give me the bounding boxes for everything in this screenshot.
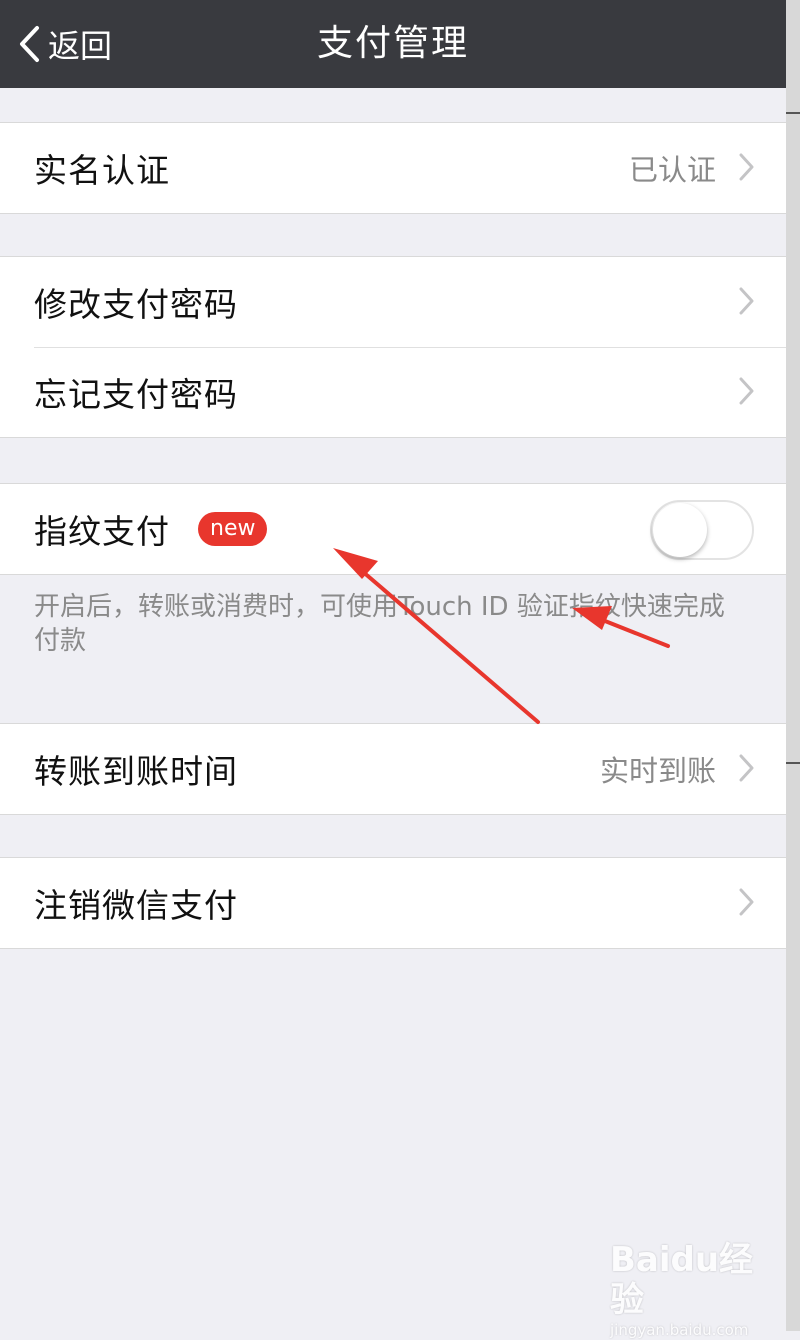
fingerprint-footnote: 开启后，转账或消费时，可使用Touch ID 验证指纹快速完成付款 xyxy=(34,592,725,656)
cell-transfer-arrival-time[interactable]: 转账到账时间 实时到账 xyxy=(0,724,786,814)
watermark-logo: Baidu经验 xyxy=(610,1240,754,1320)
edge-strip xyxy=(786,0,800,1331)
page-title: 支付管理 xyxy=(316,23,469,64)
fingerprint-pay-toggle[interactable] xyxy=(650,500,754,560)
cell-label: 实名认证 xyxy=(34,151,170,190)
toggle-knob xyxy=(653,503,707,557)
cell-fingerprint-pay: 指纹支付 new xyxy=(0,484,786,574)
edge-tick xyxy=(786,112,800,114)
baidu-watermark: Baidu经验 jingyan.baidu.com xyxy=(610,1240,770,1339)
chevron-right-icon xyxy=(738,754,754,786)
watermark-url: jingyan.baidu.com xyxy=(610,1321,749,1339)
chevron-right-icon xyxy=(738,287,754,319)
cancel-group: 注销微信支付 xyxy=(0,857,786,949)
cell-cancel-wechat-pay[interactable]: 注销微信支付 xyxy=(0,858,786,948)
transfer-time-value: 实时到账 xyxy=(599,754,716,788)
cell-label: 忘记支付密码 xyxy=(34,375,238,414)
cell-forgot-pay-password[interactable]: 忘记支付密码 xyxy=(0,347,786,437)
navigation-bar: 返回 支付管理 xyxy=(0,0,786,88)
cell-change-pay-password[interactable]: 修改支付密码 xyxy=(0,257,786,347)
edge-tick xyxy=(786,762,800,764)
chevron-right-icon xyxy=(738,377,754,409)
cell-label: 修改支付密码 xyxy=(34,285,238,324)
cell-label: 指纹支付 xyxy=(34,512,170,551)
fingerprint-group: 指纹支付 new xyxy=(0,483,786,575)
password-group: 修改支付密码 忘记支付密码 xyxy=(0,256,786,438)
cell-real-name-verification[interactable]: 实名认证 已认证 xyxy=(0,123,786,213)
new-badge: new xyxy=(198,512,268,546)
chevron-right-icon xyxy=(738,153,754,185)
verification-status: 已认证 xyxy=(628,153,716,187)
transfer-group: 转账到账时间 实时到账 xyxy=(0,723,786,815)
identity-group: 实名认证 已认证 xyxy=(0,122,786,214)
chevron-right-icon xyxy=(738,888,754,920)
cell-label: 转账到账时间 xyxy=(34,752,238,791)
cell-label: 注销微信支付 xyxy=(34,886,238,925)
screen: 返回 支付管理 实名认证 已认证 修改支付密码 忘记支付密码 指纹支付 new … xyxy=(0,0,786,1339)
